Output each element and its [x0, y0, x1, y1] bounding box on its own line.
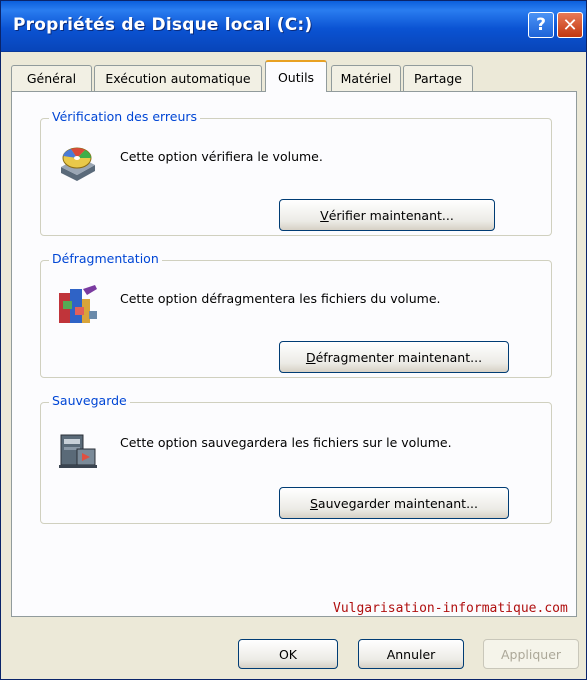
window-title: Propriétés de Disque local (C:)	[13, 15, 313, 35]
group-title: Défragmentation	[49, 251, 162, 266]
button-mnemonic: V	[320, 207, 329, 223]
button-mnemonic: D	[305, 349, 316, 365]
close-button[interactable]: ✕	[557, 12, 583, 38]
cancel-button[interactable]: Annuler	[358, 639, 464, 669]
watermark-text: Vulgarisation-informatique.com	[333, 601, 568, 616]
help-icon: ?	[536, 15, 546, 35]
group-description: Cette option vérifiera le volume.	[120, 149, 323, 164]
group-error-checking: Vérification des erreurs Cette option vé…	[40, 109, 552, 236]
tab-autoplay[interactable]: Exécution automatique	[94, 65, 262, 91]
help-button[interactable]: ?	[528, 12, 554, 38]
group-description: Cette option sauvegardera les fichiers s…	[120, 435, 452, 450]
group-description: Cette option défragmentera les fichiers …	[120, 291, 441, 306]
tab-general[interactable]: Général	[11, 65, 92, 91]
close-icon: ✕	[562, 14, 578, 36]
group-title: Vérification des erreurs	[49, 109, 201, 124]
defragment-now-button[interactable]: Défragmenter maintenant...	[279, 341, 509, 373]
check-disk-icon	[61, 147, 95, 181]
button-label: auvegarder maintenant...	[317, 495, 478, 511]
apply-button[interactable]: Appliquer	[483, 639, 579, 669]
check-now-button[interactable]: Vérifier maintenant...	[279, 199, 495, 231]
ok-button[interactable]: OK	[238, 639, 338, 669]
tab-hardware[interactable]: Matériel	[331, 65, 401, 91]
button-label: éfragmenter maintenant...	[315, 349, 483, 365]
group-title: Sauvegarde	[49, 393, 130, 408]
group-backup: Sauvegarde Cette option sauvegardera les…	[40, 393, 552, 524]
backup-now-button[interactable]: Sauvegarder maintenant...	[279, 487, 509, 519]
button-mnemonic: S	[309, 495, 318, 511]
button-label: érifier maintenant...	[328, 207, 454, 223]
backup-icon	[59, 434, 97, 468]
group-defragmentation: Défragmentation Cette option défragmente…	[40, 251, 552, 378]
tab-tools[interactable]: Outils	[265, 60, 327, 92]
defragment-icon	[59, 285, 97, 323]
tools-panel: Vérification des erreurs Cette option vé…	[11, 91, 577, 617]
tab-strip: Général Exécution automatique Outils Mat…	[11, 59, 571, 92]
properties-dialog: Propriétés de Disque local (C:) ? ✕ Géné…	[0, 0, 587, 680]
tab-sharing[interactable]: Partage	[403, 65, 473, 91]
title-bar[interactable]: Propriétés de Disque local (C:) ? ✕	[1, 1, 586, 52]
